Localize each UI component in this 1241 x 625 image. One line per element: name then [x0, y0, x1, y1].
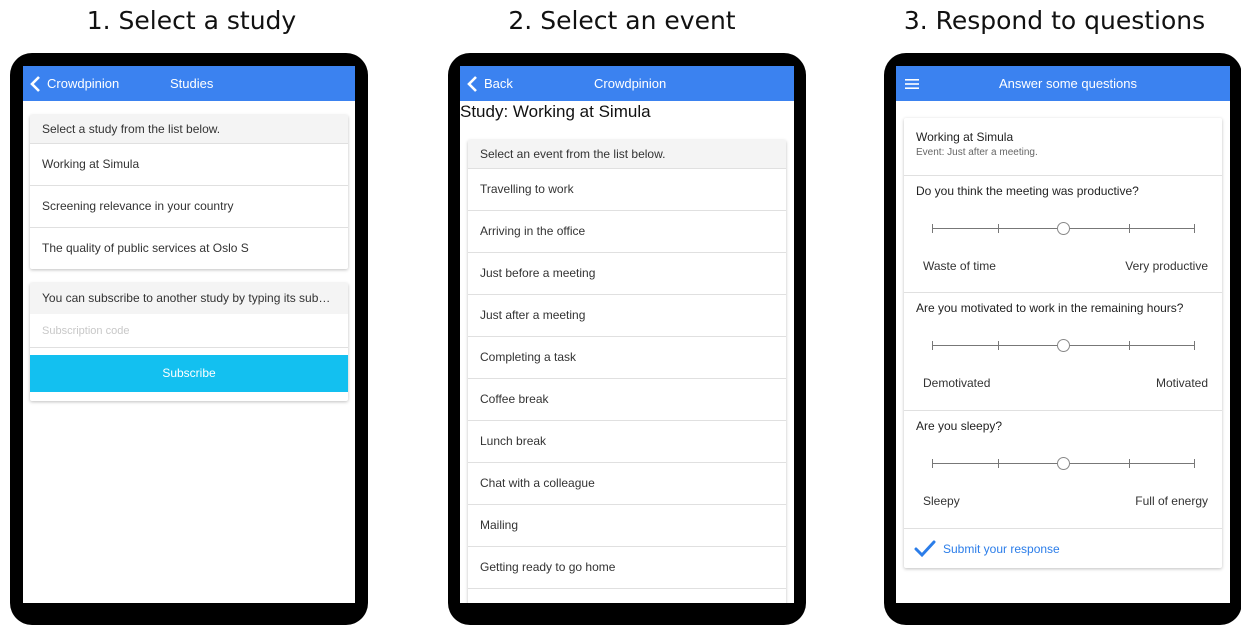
nav-title: Answer some questions — [999, 76, 1138, 91]
scale-low-label: Sleepy — [923, 494, 960, 508]
scale-high-label: Very productive — [1125, 259, 1208, 273]
event-list: Select an event from the list below. Tra… — [468, 140, 786, 603]
rating-slider[interactable] — [932, 338, 1195, 352]
phone-events: Back Crowdpinion Study: Working at Simul… — [448, 53, 806, 625]
question-text: Are you motivated to work in the remaini… — [916, 301, 1184, 315]
subscribe-card: You can subscribe to another study by ty… — [30, 283, 348, 401]
question-text: Are you sleepy? — [916, 419, 1003, 433]
question-text: Do you think the meeting was productive? — [916, 184, 1139, 198]
study-item[interactable]: Working at Simula — [30, 143, 348, 185]
event-item[interactable]: Mailing — [468, 504, 786, 546]
step-title-1: 1. Select a study — [86, 6, 297, 35]
study-item[interactable]: Screening relevance in your country — [30, 185, 348, 227]
step-title-3: 3. Respond to questions — [903, 6, 1206, 35]
nav-title: Studies — [170, 76, 214, 91]
back-label: Back — [484, 76, 513, 91]
event-item[interactable]: Arriving in the office — [468, 210, 786, 252]
subscription-field — [30, 314, 348, 348]
back-button[interactable]: Crowdpinion — [29, 66, 119, 101]
hamburger-menu-icon — [905, 78, 919, 89]
nav-bar: Crowdpinion Studies — [23, 66, 355, 101]
event-item[interactable]: Travelling home — [468, 588, 786, 603]
question-block: Are you motivated to work in the remaini… — [904, 292, 1222, 411]
back-label: Crowdpinion — [47, 76, 120, 91]
scale-low-label: Waste of time — [923, 259, 996, 273]
step-title-2: 2. Select an event — [508, 6, 736, 35]
event-list-header: Select an event from the list below. — [468, 140, 786, 168]
subscribe-button[interactable]: Subscribe — [30, 355, 348, 392]
rating-slider[interactable] — [932, 221, 1195, 235]
question-block: Are you sleepy? Sleepy Full of energy — [904, 410, 1222, 529]
study-list-header: Select a study from the list below. — [30, 115, 348, 143]
back-button[interactable]: Back — [466, 66, 513, 101]
slider-knob[interactable] — [1057, 457, 1070, 470]
screen-questions: Answer some questions Working at Simula … — [896, 66, 1230, 603]
submit-label: Submit your response — [943, 542, 1060, 556]
event-item[interactable]: Chat with a colleague — [468, 462, 786, 504]
study-label: Study: Working at Simula — [460, 102, 651, 121]
event-item[interactable]: Getting ready to go home — [468, 546, 786, 588]
event-line: Event: Just after a meeting. — [916, 147, 1038, 158]
study-name: Working at Simula — [916, 130, 1014, 144]
event-item[interactable]: Lunch break — [468, 420, 786, 462]
scale-high-label: Full of energy — [1135, 494, 1208, 508]
rating-slider[interactable] — [932, 456, 1195, 470]
submit-row[interactable]: Submit your response — [904, 528, 1222, 568]
screen-events: Back Crowdpinion Study: Working at Simul… — [460, 66, 794, 603]
study-list: Select a study from the list below. Work… — [30, 115, 348, 269]
event-item[interactable]: Completing a task — [468, 336, 786, 378]
nav-bar: Back Crowdpinion — [460, 66, 794, 101]
screen-studies: Crowdpinion Studies Select a study from … — [23, 66, 355, 603]
event-item[interactable]: Just after a meeting — [468, 294, 786, 336]
question-form: Working at Simula Event: Just after a me… — [904, 118, 1222, 568]
nav-bar: Answer some questions — [896, 66, 1230, 101]
study-item[interactable]: The quality of public services at Oslo S — [30, 227, 348, 269]
menu-button[interactable] — [905, 66, 919, 101]
event-item[interactable]: Just before a meeting — [468, 252, 786, 294]
phone-questions: Answer some questions Working at Simula … — [884, 53, 1241, 625]
scale-low-label: Demotivated — [923, 376, 991, 390]
subscribe-header: You can subscribe to another study by ty… — [30, 283, 348, 314]
event-item[interactable]: Coffee break — [468, 378, 786, 420]
scale-high-label: Motivated — [1155, 376, 1208, 390]
slider-knob[interactable] — [1057, 339, 1070, 352]
nav-title: Crowdpinion — [594, 76, 667, 91]
chevron-left-icon — [467, 75, 477, 92]
slider-knob[interactable] — [1057, 222, 1070, 235]
chevron-left-icon — [30, 75, 40, 92]
question-block: Do you think the meeting was productive?… — [904, 175, 1222, 293]
event-item[interactable]: Travelling to work — [468, 168, 786, 210]
checkmark-icon — [914, 540, 936, 558]
phone-studies: Crowdpinion Studies Select a study from … — [10, 53, 368, 625]
subscription-code-input[interactable] — [30, 314, 348, 347]
